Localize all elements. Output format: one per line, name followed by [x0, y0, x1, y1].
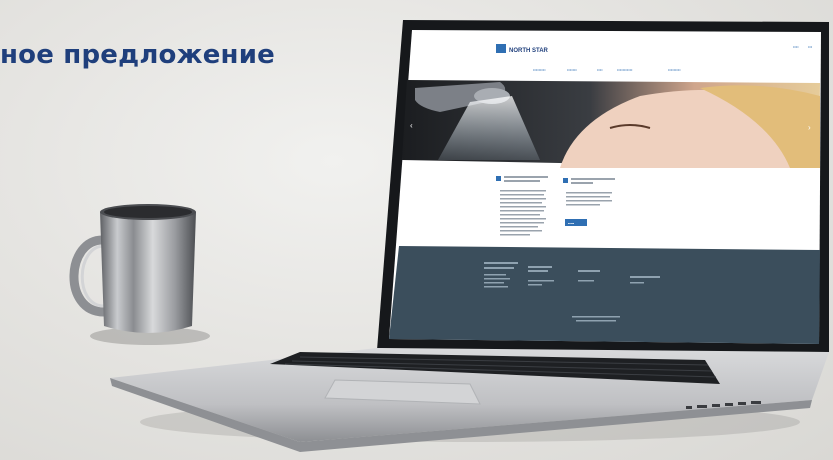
content-block-right-icon	[563, 178, 568, 183]
nav-item-2: •••••••	[567, 67, 577, 72]
product-scene: NORTH STAR •••• ••• ••••••••• ••••••• ••…	[69, 20, 829, 452]
svg-text:•••••: •••••	[568, 222, 575, 226]
hero-photo: ‹ ›	[402, 80, 820, 168]
content-block-left-icon	[496, 176, 501, 181]
slider-next-arrow: ›	[808, 123, 811, 132]
nav-item-4: •••••••••••	[617, 67, 633, 72]
site-logo-text: NORTH STAR	[509, 48, 549, 54]
mug-body	[100, 212, 196, 333]
website-footer	[389, 246, 820, 344]
nav-item-1: •••••••••	[533, 67, 546, 72]
top-link-2: •••	[808, 44, 813, 49]
nav-item-3: ••••	[597, 67, 603, 72]
slider-prev-arrow: ‹	[410, 121, 413, 130]
mug-handle	[69, 235, 105, 317]
top-link-1: ••••	[793, 44, 799, 49]
nav-item-5: •••••••••	[668, 67, 681, 72]
steel-mug	[69, 204, 196, 333]
